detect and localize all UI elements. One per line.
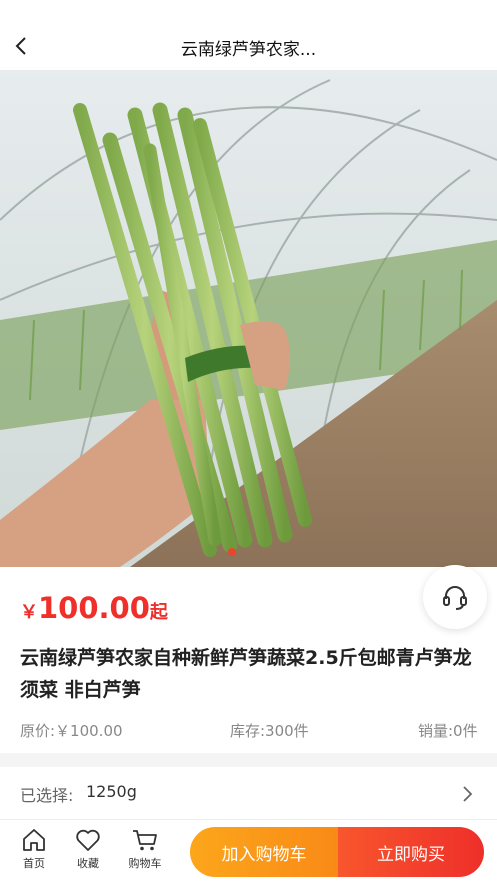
heart-icon bbox=[76, 829, 100, 851]
price-suffix: 起 bbox=[149, 602, 168, 623]
stock-count: 库存:300件 bbox=[230, 722, 309, 740]
spec-value: 1250g bbox=[86, 782, 137, 801]
asparagus-photo bbox=[0, 70, 497, 567]
carousel-indicator[interactable] bbox=[228, 548, 236, 556]
spec-selector[interactable]: 已选择: 1250g bbox=[0, 767, 497, 819]
nav-home[interactable]: 首页 bbox=[9, 828, 59, 871]
currency-symbol: ￥ bbox=[20, 602, 38, 623]
cart-icon bbox=[133, 830, 157, 851]
price: ￥100.00起 bbox=[20, 591, 168, 625]
nav-favorite-label: 收藏 bbox=[77, 857, 99, 870]
buy-now-button[interactable]: 立即购买 bbox=[338, 827, 484, 877]
bottom-action-bar: 首页 收藏 购物车 加入购物车 立即购买 bbox=[0, 819, 497, 883]
sales-count: 销量:0件 bbox=[418, 722, 478, 740]
product-image[interactable] bbox=[0, 70, 497, 567]
customer-service-button[interactable] bbox=[423, 565, 487, 629]
original-price: 原价:￥100.00 bbox=[20, 722, 123, 740]
product-info-card: ￥100.00起 云南绿芦笋农家自种新鲜芦笋蔬菜2.5斤包邮青卢笋龙须菜 非白芦… bbox=[0, 565, 497, 753]
nav-cart[interactable]: 购物车 bbox=[120, 828, 170, 871]
home-icon bbox=[23, 829, 45, 851]
nav-favorite[interactable]: 收藏 bbox=[63, 828, 113, 871]
spec-label: 已选择: bbox=[20, 786, 74, 805]
chevron-right-icon bbox=[463, 786, 473, 802]
nav-cart-label: 购物车 bbox=[128, 857, 162, 870]
product-title: 云南绿芦笋农家自种新鲜芦笋蔬菜2.5斤包邮青卢笋龙须菜 非白芦笋 bbox=[20, 647, 472, 701]
headset-icon bbox=[443, 586, 467, 610]
nav-home-label: 首页 bbox=[23, 857, 45, 870]
price-amount: 100.00 bbox=[38, 591, 150, 625]
page-title: 云南绿芦笋农家... bbox=[180, 40, 317, 60]
header: 云南绿芦笋农家... bbox=[0, 0, 497, 70]
add-to-cart-button[interactable]: 加入购物车 bbox=[190, 827, 338, 877]
